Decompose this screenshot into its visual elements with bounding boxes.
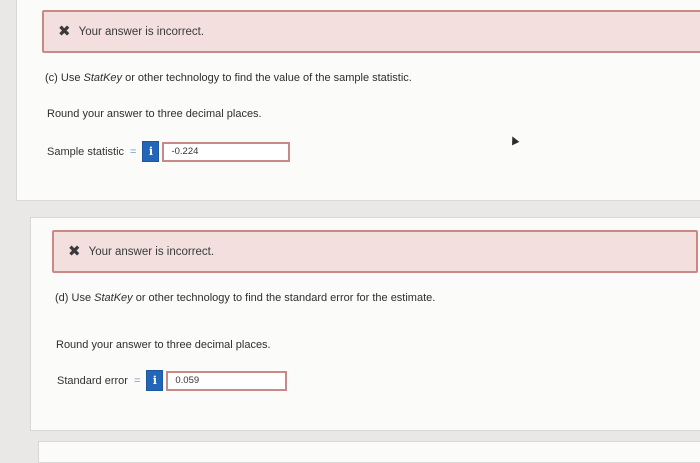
input-value: -0.224 xyxy=(171,146,199,157)
input-value: 0.059 xyxy=(175,375,200,386)
feedback-text: Your answer is incorrect. xyxy=(78,25,205,38)
feedback-text: Your answer is incorrect. xyxy=(88,245,215,258)
question-suffix: or other technology to find the standard… xyxy=(132,292,436,304)
question-tool-name: StatKey xyxy=(83,72,123,84)
sample-statistic-input[interactable]: -0.224 xyxy=(162,141,291,162)
standard-error-row: Standard error = i 0.059 xyxy=(57,370,288,391)
info-icon[interactable]: i xyxy=(146,370,164,391)
question-prefix: (d) Use xyxy=(55,292,95,304)
info-icon[interactable]: i xyxy=(142,141,160,162)
instruction-text: Round your answer to three decimal place… xyxy=(47,108,262,120)
incorrect-feedback-banner: ✖ Your answer is incorrect. xyxy=(42,10,700,53)
question-card-next xyxy=(38,441,700,463)
field-label: Sample statistic xyxy=(47,145,125,158)
incorrect-feedback-banner: ✖ Your answer is incorrect. xyxy=(52,230,698,273)
question-text: (d) Use StatKey or other technology to f… xyxy=(55,292,435,304)
sample-statistic-row: Sample statistic = i -0.224 xyxy=(47,141,291,162)
question-tool-name: StatKey xyxy=(94,292,133,304)
instruction-text: Round your answer to three decimal place… xyxy=(56,339,271,351)
question-text: (c) Use StatKey or other technology to f… xyxy=(45,72,412,84)
equals-sign: = xyxy=(133,374,141,387)
question-suffix: or other technology to find the value of… xyxy=(122,72,412,84)
x-mark-icon: ✖ xyxy=(68,243,81,260)
equals-sign: = xyxy=(130,145,137,158)
question-prefix: (c) Use xyxy=(45,72,84,84)
standard-error-input[interactable]: 0.059 xyxy=(166,370,288,391)
field-label: Standard error xyxy=(57,374,128,387)
x-mark-icon: ✖ xyxy=(58,23,71,40)
